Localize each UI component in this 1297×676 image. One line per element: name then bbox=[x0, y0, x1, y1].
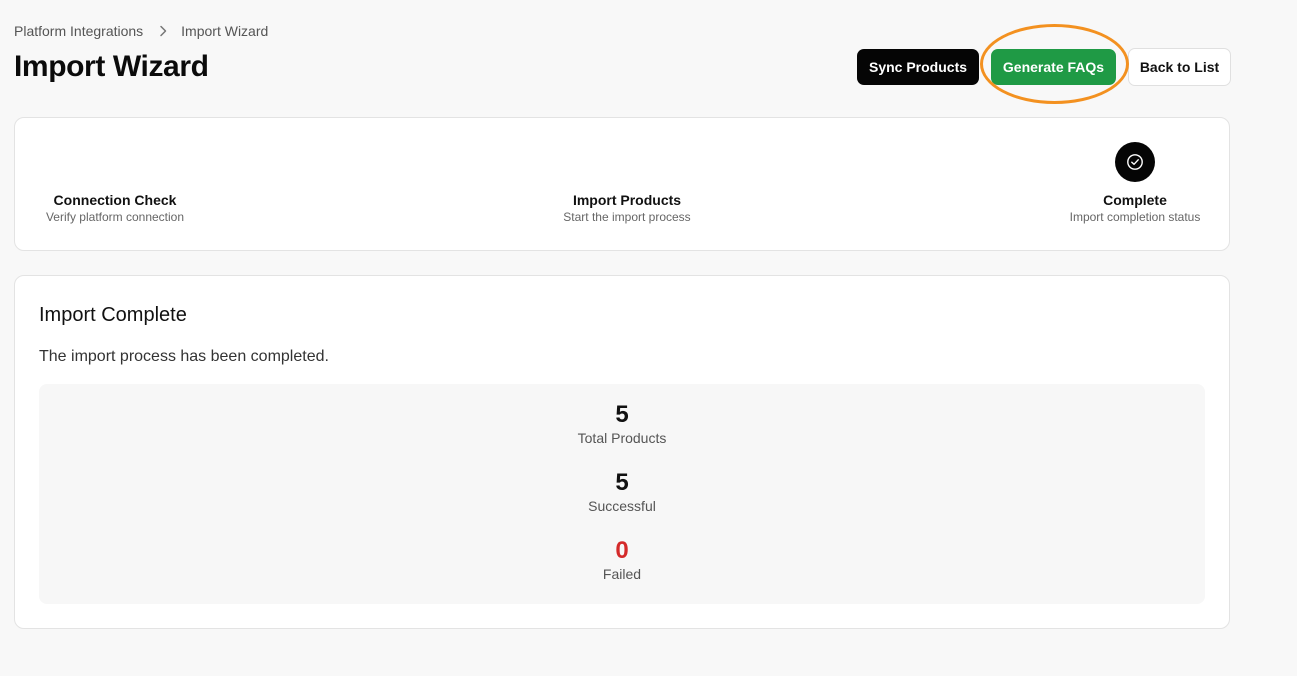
check-circle-icon bbox=[1115, 142, 1155, 182]
generate-faqs-button[interactable]: Generate FAQs bbox=[991, 49, 1116, 85]
stat-label: Failed bbox=[602, 566, 642, 582]
breadcrumb-link-platform-integrations[interactable]: Platform Integrations bbox=[14, 23, 143, 39]
page-title: Import Wizard bbox=[14, 50, 209, 83]
stat-value: 0 bbox=[615, 537, 629, 564]
import-result-card: Import Complete The import process has b… bbox=[14, 275, 1230, 629]
stat-label: Total Products bbox=[577, 430, 667, 446]
sync-products-button[interactable]: Sync Products bbox=[857, 49, 979, 85]
step-description: Start the import process bbox=[563, 210, 691, 224]
stat-value: 5 bbox=[615, 469, 629, 496]
step-complete: Complete Import completion status bbox=[1061, 192, 1209, 225]
import-wizard-page: Platform Integrations Import Wizard Impo… bbox=[0, 0, 1297, 676]
breadcrumb-current: Import Wizard bbox=[181, 23, 269, 39]
stat-value: 5 bbox=[615, 401, 629, 428]
step-label: Connection Check bbox=[53, 192, 177, 208]
back-to-list-button[interactable]: Back to List bbox=[1128, 48, 1231, 86]
stat-successful: 5 Successful bbox=[39, 469, 1205, 515]
step-import-products: Import Products Start the import process bbox=[545, 192, 709, 225]
step-description: Verify platform connection bbox=[45, 210, 185, 224]
import-stats: 5 Total Products 5 Successful 0 Failed bbox=[39, 384, 1205, 604]
step-description: Import completion status bbox=[1069, 210, 1201, 224]
step-label: Complete bbox=[1103, 192, 1167, 208]
breadcrumb: Platform Integrations Import Wizard bbox=[14, 22, 268, 40]
stat-total-products: 5 Total Products bbox=[39, 401, 1205, 447]
step-connection-check: Connection Check Verify platform connect… bbox=[39, 192, 191, 225]
result-title: Import Complete bbox=[39, 304, 187, 326]
chevron-right-icon bbox=[159, 25, 167, 37]
stat-label: Successful bbox=[588, 498, 656, 514]
wizard-steps-card: Connection Check Verify platform connect… bbox=[14, 117, 1230, 251]
stat-failed: 0 Failed bbox=[39, 537, 1205, 583]
result-description: The import process has been completed. bbox=[39, 348, 329, 365]
step-label: Import Products bbox=[572, 192, 682, 208]
